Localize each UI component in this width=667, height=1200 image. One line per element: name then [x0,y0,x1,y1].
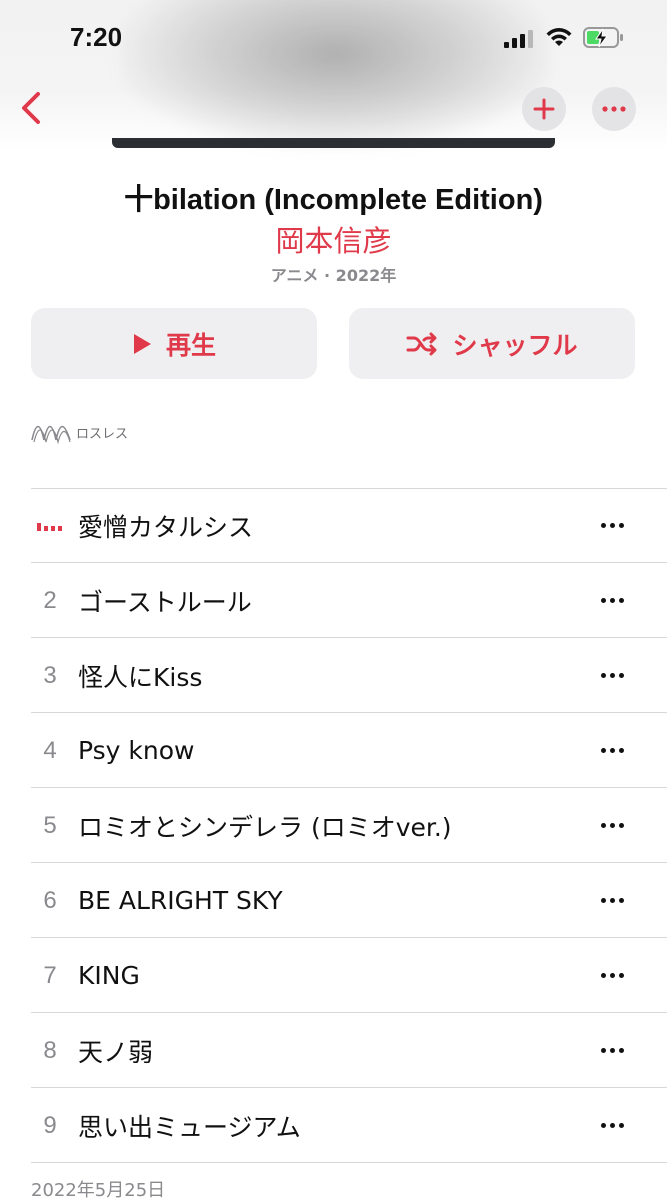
track-number: 5 [43,811,57,839]
ellipsis-icon [600,598,624,603]
battery-charging-icon [583,26,625,54]
ellipsis-icon [600,973,624,978]
track-more-button[interactable] [597,516,627,536]
track-title: ゴーストルール [78,587,252,617]
status-bar: 7:20 [0,0,667,76]
album-artwork[interactable] [112,138,555,148]
track-row[interactable]: 6 BE ALRIGHT SKY [0,863,667,938]
track-row[interactable]: 4 Psy know [0,713,667,788]
lossless-badge: ロスレス [30,418,128,446]
track-number: 8 [43,1036,57,1064]
add-to-library-button[interactable] [522,87,566,131]
track-number: 4 [43,736,57,764]
track-title: ロミオとシンデレラ (ロミオver.) [78,812,452,842]
shuffle-icon [406,332,438,356]
album-genre-year: アニメ · 2022年 [270,266,397,285]
track-row[interactable]: 愛憎カタルシス [0,488,667,563]
release-date: 2022年5月25日 [31,1180,166,1200]
track-number: 6 [43,886,57,914]
plus-icon [533,98,555,120]
cellular-signal-icon [504,30,536,52]
play-button-label: 再生 [165,330,216,360]
ellipsis-icon [600,673,624,678]
album-page: 7:20 十bilation (Incomplete Edition) 岡本信彦… [0,0,667,1200]
lossless-waveform-icon [31,425,71,445]
track-title: KING [78,961,140,990]
chevron-left-icon [22,92,40,124]
album-title: 十bilation (Incomplete Edition) [124,184,543,216]
track-title: 思い出ミュージアム [78,1112,301,1142]
status-time: 7:20 [70,22,123,52]
track-more-button[interactable] [597,891,627,911]
track-title: 天ノ弱 [78,1037,154,1067]
play-icon [132,333,152,355]
track-more-button[interactable] [597,1116,627,1136]
artist-link[interactable]: 岡本信彦 [0,218,667,260]
track-row[interactable]: 9 思い出ミュージアム [0,1088,667,1163]
back-button[interactable] [16,90,48,126]
track-number: 2 [43,586,57,614]
wifi-icon [545,26,573,52]
track-more-button[interactable] [597,966,627,986]
track-title: Psy know [78,736,195,765]
more-options-button[interactable] [592,87,636,131]
track-more-button[interactable] [597,741,627,761]
ellipsis-icon [600,823,624,828]
ellipsis-icon [602,106,626,112]
track-row[interactable]: 7 KING [0,938,667,1013]
now-playing-icon [30,514,70,538]
track-row[interactable]: 2 ゴーストルール [0,563,667,638]
track-number: 3 [43,661,57,689]
track-title: 怪人にKiss [78,662,203,692]
ellipsis-icon [600,898,624,903]
ellipsis-icon [600,1048,624,1053]
track-more-button[interactable] [597,591,627,611]
play-button[interactable]: 再生 [31,308,317,379]
track-more-button[interactable] [597,666,627,686]
ellipsis-icon [600,523,624,528]
shuffle-button[interactable]: シャッフル [349,308,635,379]
ellipsis-icon [600,1123,624,1128]
track-number: 9 [43,1111,57,1139]
track-row[interactable]: 8 天ノ弱 [0,1013,667,1088]
track-row[interactable]: 3 怪人にKiss [0,638,667,713]
ellipsis-icon [600,748,624,753]
track-title: BE ALRIGHT SKY [78,886,283,915]
track-more-button[interactable] [597,1041,627,1061]
track-number: 7 [43,961,57,989]
shuffle-button-label: シャッフル [452,330,578,360]
track-list: 愛憎カタルシス 2 ゴーストルール 3 怪人にKiss 4 Psy know 5… [0,488,667,1163]
track-row[interactable]: 5 ロミオとシンデレラ (ロミオver.) [0,788,667,863]
lossless-label: ロスレス [76,426,129,442]
track-more-button[interactable] [597,816,627,836]
track-title: 愛憎カタルシス [78,512,254,542]
